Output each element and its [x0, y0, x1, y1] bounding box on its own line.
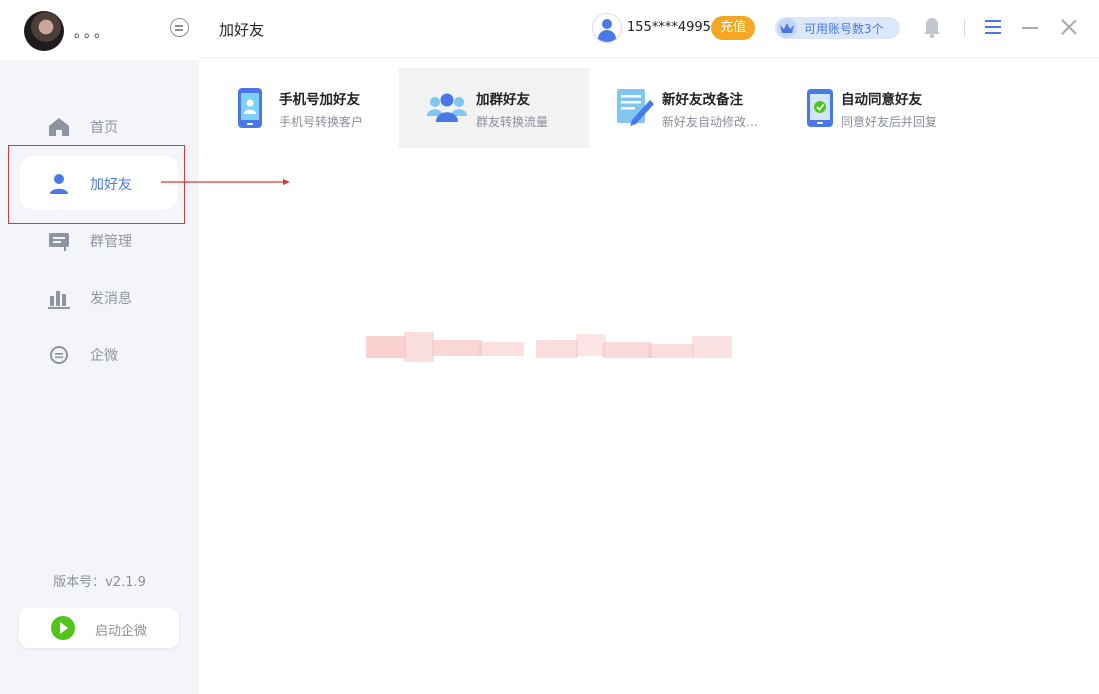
card-phone-add-friend[interactable]: 手机号加好友 手机号转换客户 — [217, 68, 397, 148]
bell-icon[interactable] — [923, 17, 941, 39]
account-avatar-icon[interactable] — [592, 13, 622, 43]
group-users-icon — [427, 93, 467, 122]
sidebar-item-wecom[interactable]: 企微 — [20, 327, 178, 381]
card-auto-accept-friend[interactable]: 自动同意好友 同意好友后并回复 — [790, 68, 965, 148]
user-name: 。。。 — [74, 25, 111, 41]
card-subtitle: 手机号转换客户 — [279, 115, 364, 129]
sidebar-item-add-friend[interactable]: 加好友 — [20, 156, 178, 210]
sidebar-item-group-manage[interactable]: 群管理 — [20, 213, 178, 267]
sidebar-item-label: 发消息 — [90, 291, 132, 307]
redacted-content — [366, 332, 736, 368]
send-message-icon — [48, 291, 70, 309]
annotation-arrow-icon — [161, 179, 290, 185]
card-subtitle: 同意好友后并回复 — [841, 115, 938, 129]
collapse-menu-icon[interactable] — [170, 18, 189, 37]
sidebar-item-label: 群管理 — [90, 234, 132, 250]
card-new-friend-remark[interactable]: 新好友改备注 新好友自动修改… — [600, 68, 775, 148]
sidebar-item-label: 加好友 — [90, 177, 132, 193]
start-wecom-button[interactable]: 启动企微 — [19, 608, 179, 648]
minimize-icon[interactable] — [1022, 27, 1038, 29]
card-title: 加群好友 — [476, 92, 530, 108]
app-window: 。。。 首页 加好友 群管理 发消息 企微 版本号：v2.1.9 启动企微 加好… — [0, 0, 1099, 694]
group-manage-icon — [49, 233, 69, 251]
recharge-button[interactable]: 充值 — [711, 16, 755, 40]
top-header: 加好友 155****4995 充值 可用账号数3个 — [199, 0, 1099, 58]
card-title: 新好友改备注 — [662, 92, 743, 108]
available-accounts-label: 可用账号数3个 — [804, 22, 884, 36]
card-subtitle: 群友转换流量 — [476, 115, 549, 129]
phone-number: 155****4995 — [627, 20, 711, 35]
card-group-add-friend[interactable]: 加群好友 群友转换流量 — [399, 68, 589, 148]
header-divider — [964, 19, 965, 37]
version-label: 版本号：v2.1.9 — [53, 575, 146, 590]
available-accounts-badge[interactable]: 可用账号数3个 — [775, 17, 900, 39]
crown-icon — [777, 18, 797, 38]
sidebar-header: 。。。 — [0, 0, 199, 60]
auto-accept-icon — [807, 89, 833, 127]
sidebar-item-label: 首页 — [90, 120, 118, 136]
card-title: 手机号加好友 — [279, 92, 360, 108]
start-wecom-label: 启动企微 — [95, 624, 148, 639]
card-title: 自动同意好友 — [841, 92, 922, 108]
close-icon[interactable] — [1061, 19, 1077, 35]
edit-note-icon — [617, 89, 654, 126]
play-icon — [51, 616, 75, 640]
card-subtitle: 新好友自动修改… — [662, 115, 759, 129]
home-icon — [49, 118, 69, 136]
sidebar-item-home[interactable]: 首页 — [20, 99, 178, 153]
sidebar-item-send-message[interactable]: 发消息 — [20, 270, 178, 324]
chat-bubble-icon — [50, 346, 68, 364]
avatar[interactable] — [24, 11, 64, 51]
user-icon — [50, 174, 68, 194]
menu-icon[interactable] — [985, 20, 1001, 34]
sidebar: 。。。 首页 加好友 群管理 发消息 企微 版本号：v2.1.9 启动企微 — [0, 0, 199, 694]
sidebar-item-label: 企微 — [90, 348, 118, 364]
page-title: 加好友 — [219, 21, 265, 39]
phone-icon — [238, 88, 262, 128]
